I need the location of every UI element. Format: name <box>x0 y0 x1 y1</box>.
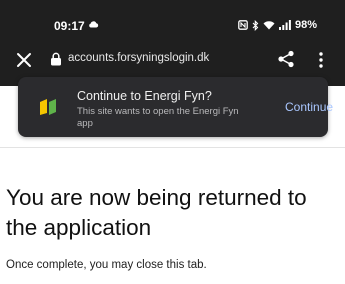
continue-button[interactable]: Continue <box>285 100 333 114</box>
nfc-icon <box>238 20 248 30</box>
prompt-title: Continue to Energi Fyn? <box>77 89 212 103</box>
signal-icon <box>278 20 291 30</box>
header-divider <box>0 147 345 148</box>
share-icon[interactable] <box>277 50 295 68</box>
page-heading: You are now being returned to the applic… <box>6 185 307 240</box>
cloud-icon <box>89 21 99 28</box>
energi-fyn-logo-icon <box>40 99 56 115</box>
browser-screen: 09:17 98% accounts.forsyningslogin.dk Co… <box>0 0 345 284</box>
more-menu-icon[interactable] <box>317 51 325 69</box>
wifi-icon <box>263 21 275 30</box>
url-text[interactable]: accounts.forsyningslogin.dk <box>68 52 209 64</box>
close-icon[interactable] <box>16 52 32 68</box>
bluetooth-icon <box>252 19 259 31</box>
prompt-subtitle: This site wants to open the Energi Fyn a… <box>77 106 239 129</box>
open-in-app-prompt: Continue to Energi Fyn? This site wants … <box>18 77 333 137</box>
status-icons: 98% <box>238 19 317 31</box>
status-time: 09:17 <box>54 19 85 33</box>
status-bar: 09:17 98% <box>0 0 345 34</box>
battery-level: 98% <box>294 19 317 31</box>
lock-icon <box>51 52 61 66</box>
page-note: Once complete, you may close this tab. <box>6 259 207 271</box>
